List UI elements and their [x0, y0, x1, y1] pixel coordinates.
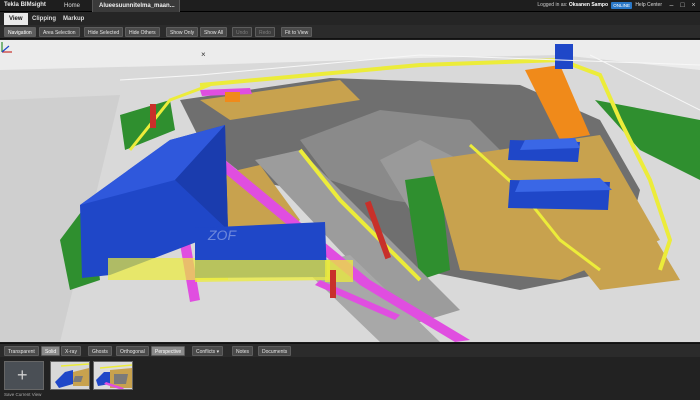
site-model-render: ZOF [0, 40, 700, 342]
saved-views-strip: + Save Current View [0, 357, 700, 400]
online-badge: ONLINE [611, 2, 632, 9]
ghosts-button[interactable]: Ghosts [88, 346, 112, 356]
perspective-button[interactable]: Perspective [151, 346, 186, 356]
close-window-icon[interactable]: × [689, 1, 698, 10]
xray-button[interactable]: X-ray [61, 346, 81, 356]
orthogonal-button[interactable]: Orthogonal [116, 346, 149, 356]
saved-view-preview [94, 362, 132, 389]
show-all-button[interactable]: Show All [200, 27, 228, 37]
hide-others-button[interactable]: Hide Others [125, 27, 160, 37]
tab-clipping[interactable]: Clipping [27, 13, 61, 25]
title-bar: Tekla BIMsight Home Alueesuunnitelma_maa… [0, 0, 700, 12]
show-only-button[interactable]: Show Only [166, 27, 199, 37]
saved-view-thumbnail[interactable] [93, 361, 133, 390]
building-label: ZOF [207, 227, 237, 243]
notes-button[interactable]: Notes [232, 346, 254, 356]
display-toolbar: Transparent Solid X-ray Ghosts Orthogona… [0, 343, 700, 357]
conflicts-label: Conflicts [196, 349, 216, 355]
ribbon-tabs: View Clipping Markup [0, 12, 700, 25]
saved-view-preview [51, 362, 89, 389]
hide-selected-button[interactable]: Hide Selected [84, 27, 124, 37]
document-tab[interactable]: Alueesuunnitelma_maan... [92, 0, 180, 12]
maximize-icon[interactable]: □ [678, 1, 687, 10]
tab-view[interactable]: View [4, 13, 28, 25]
transparent-button[interactable]: Transparent [4, 346, 39, 356]
redo-button[interactable]: Redo [255, 27, 275, 37]
logged-in-prefix: Logged in as: [537, 2, 568, 8]
home-tab[interactable]: Home [58, 0, 86, 12]
undo-button[interactable]: Undo [232, 27, 252, 37]
model-viewport[interactable]: ZOF × [0, 40, 700, 342]
minimize-icon[interactable]: – [667, 1, 676, 10]
user-name: Oksanen Sampo [568, 2, 608, 8]
navigation-button[interactable]: Navigation [4, 27, 36, 37]
documents-button[interactable]: Documents [258, 346, 292, 356]
view-toolbar: Navigation Area Selection Hide Selected … [0, 25, 700, 39]
login-status: Logged in as: Oksanen Sampo [537, 2, 608, 8]
help-center-link[interactable]: Help Center [635, 2, 662, 8]
app-name: Tekla BIMsight [4, 2, 46, 8]
save-view-button[interactable]: + [4, 361, 44, 390]
fit-to-view-button[interactable]: Fit to View [281, 27, 313, 37]
plus-icon: + [17, 365, 28, 385]
axis-gizmo-icon [1, 42, 12, 53]
area-selection-button[interactable]: Area Selection [39, 27, 80, 37]
tab-markup[interactable]: Markup [58, 13, 89, 25]
solid-button[interactable]: Solid [41, 346, 61, 356]
conflicts-dropdown[interactable]: Conflicts ▾ [192, 346, 224, 356]
save-current-view-label: Save Current View [4, 392, 42, 397]
chevron-down-icon: ▾ [216, 349, 220, 355]
close-icon[interactable]: × [201, 50, 206, 59]
saved-view-thumbnail[interactable] [50, 361, 90, 390]
